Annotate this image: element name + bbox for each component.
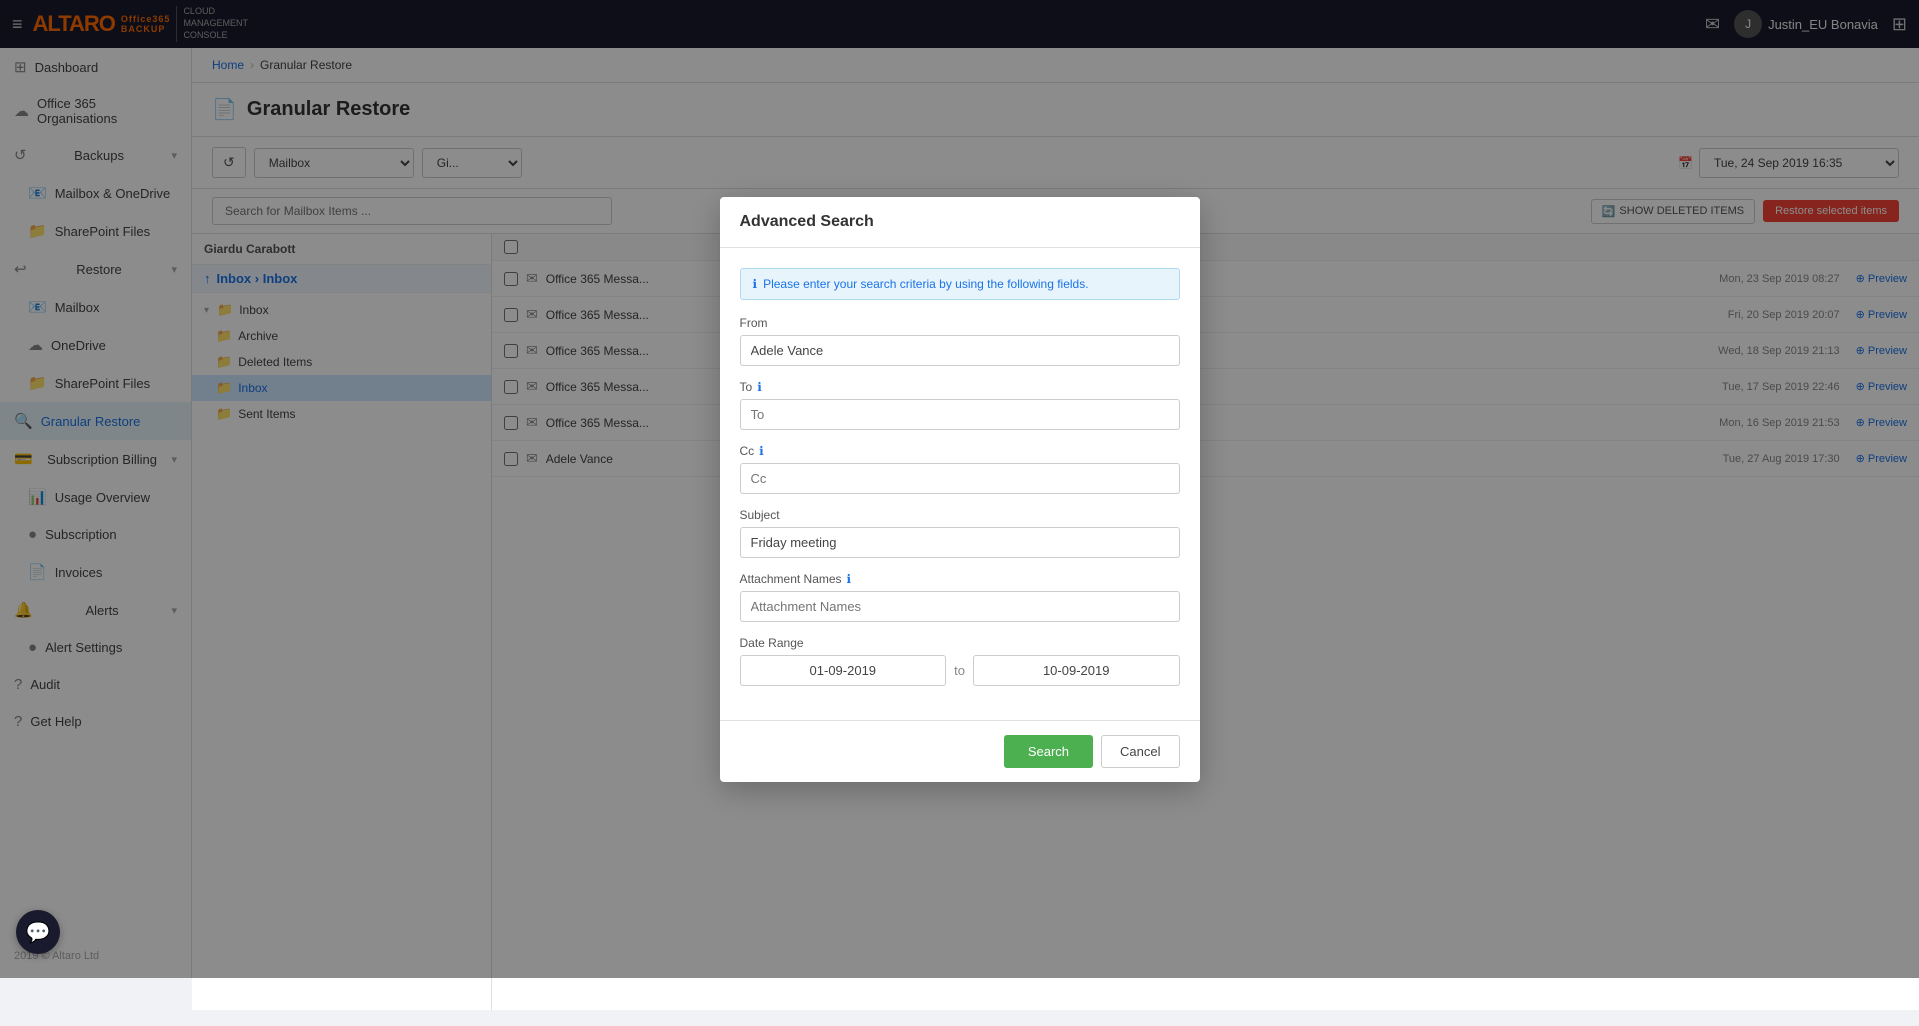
modal-info-bar: ℹ Please enter your search criteria by u… [740, 268, 1180, 300]
date-range-label: Date Range [740, 636, 1180, 650]
chat-icon: 💬 [26, 920, 51, 945]
chat-button[interactable]: 💬 [16, 910, 60, 954]
date-to-separator: to [954, 663, 965, 678]
date-to-input[interactable] [973, 655, 1180, 686]
modal-field-cc: Cc ℹ [740, 444, 1180, 494]
modal-body: ℹ Please enter your search criteria by u… [720, 248, 1200, 720]
modal-field-subject: Subject [740, 508, 1180, 558]
attachment-names-info-icon[interactable]: ℹ [847, 572, 852, 586]
to-info-icon[interactable]: ℹ [757, 380, 762, 394]
modal-field-to: To ℹ [740, 380, 1180, 430]
cc-info-icon[interactable]: ℹ [759, 444, 764, 458]
modal-overlay: Advanced Search ℹ Please enter your sear… [0, 0, 1919, 978]
attachment-names-input[interactable] [740, 591, 1180, 622]
date-from-input[interactable] [740, 655, 947, 686]
modal-cancel-button[interactable]: Cancel [1101, 735, 1179, 768]
info-icon: ℹ [753, 277, 758, 291]
modal-date-row: to [740, 655, 1180, 686]
subject-label: Subject [740, 508, 1180, 522]
from-input[interactable] [740, 335, 1180, 366]
cc-label: Cc ℹ [740, 444, 1180, 458]
advanced-search-modal: Advanced Search ℹ Please enter your sear… [720, 197, 1200, 782]
modal-field-attachment-names: Attachment Names ℹ [740, 572, 1180, 622]
from-label: From [740, 316, 1180, 330]
modal-search-button[interactable]: Search [1004, 735, 1093, 768]
to-label: To ℹ [740, 380, 1180, 394]
modal-info-text: Please enter your search criteria by usi… [763, 277, 1089, 291]
modal-header: Advanced Search [720, 197, 1200, 248]
modal-field-from: From [740, 316, 1180, 366]
subject-input[interactable] [740, 527, 1180, 558]
cc-input[interactable] [740, 463, 1180, 494]
attachment-names-label: Attachment Names ℹ [740, 572, 1180, 586]
modal-field-date-range: Date Range to [740, 636, 1180, 686]
modal-footer: Search Cancel [720, 720, 1200, 782]
to-input[interactable] [740, 399, 1180, 430]
